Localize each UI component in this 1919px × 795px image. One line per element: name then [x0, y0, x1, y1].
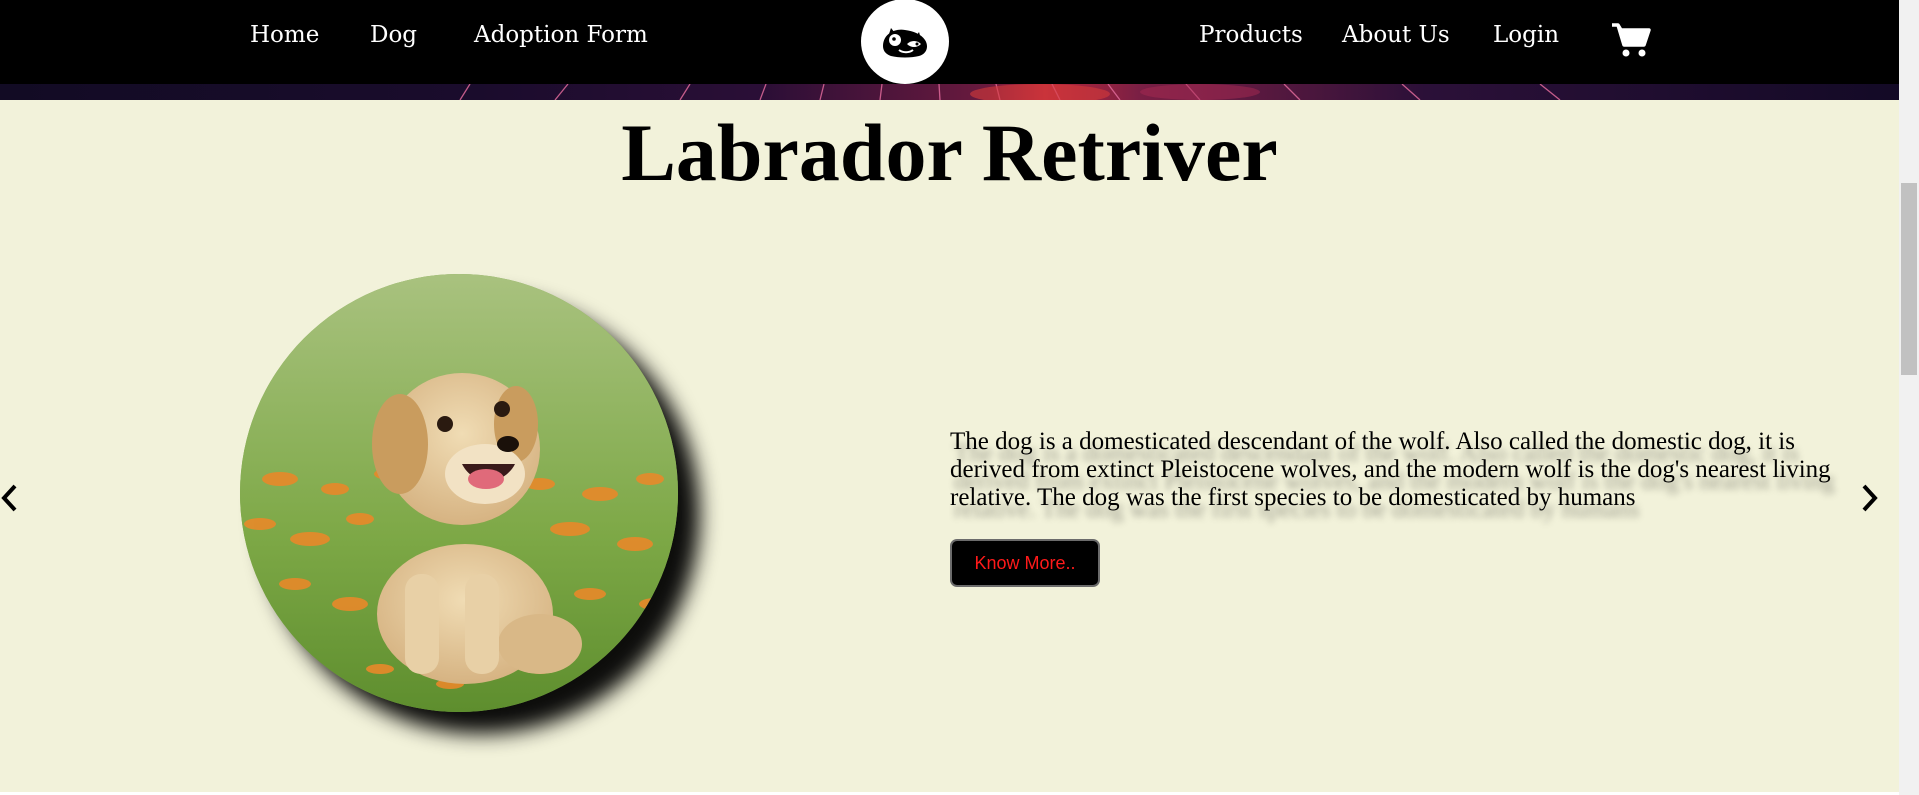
site-logo[interactable]	[861, 0, 949, 84]
nav-link-home[interactable]: Home	[250, 22, 319, 48]
scrollbar-thumb[interactable]	[1901, 183, 1917, 375]
top-navbar: Home Dog Adoption Form Products About Us…	[0, 0, 1899, 84]
carousel-next-button[interactable]	[1859, 483, 1879, 513]
vertical-scrollbar[interactable]	[1899, 0, 1919, 795]
cart-button[interactable]	[1611, 22, 1651, 58]
dog-photo	[240, 274, 678, 712]
chevron-left-icon	[1, 484, 17, 512]
chevron-right-icon	[1862, 484, 1878, 512]
shopping-cart-icon	[1612, 23, 1651, 57]
nav-link-adoption-form[interactable]: Adoption Form	[474, 22, 648, 48]
know-more-button[interactable]: Know More..	[950, 539, 1100, 587]
nav-link-login[interactable]: Login	[1493, 22, 1559, 48]
puppy-image	[240, 274, 678, 712]
nav-link-dog[interactable]: Dog	[370, 22, 417, 48]
nav-link-products[interactable]: Products	[1199, 22, 1303, 48]
nav-link-about-us[interactable]: About Us	[1342, 22, 1450, 48]
banner-pattern	[459, 84, 1561, 100]
carousel-prev-button[interactable]	[0, 483, 20, 513]
pets-logo-icon	[883, 27, 927, 57]
page-title: Labrador Retriver	[621, 107, 1278, 198]
banner-strip	[0, 84, 1899, 100]
breed-description: The dog is a domesticated descendant of …	[950, 428, 1831, 511]
page: Home Dog Adoption Form Products About Us…	[0, 0, 1899, 795]
